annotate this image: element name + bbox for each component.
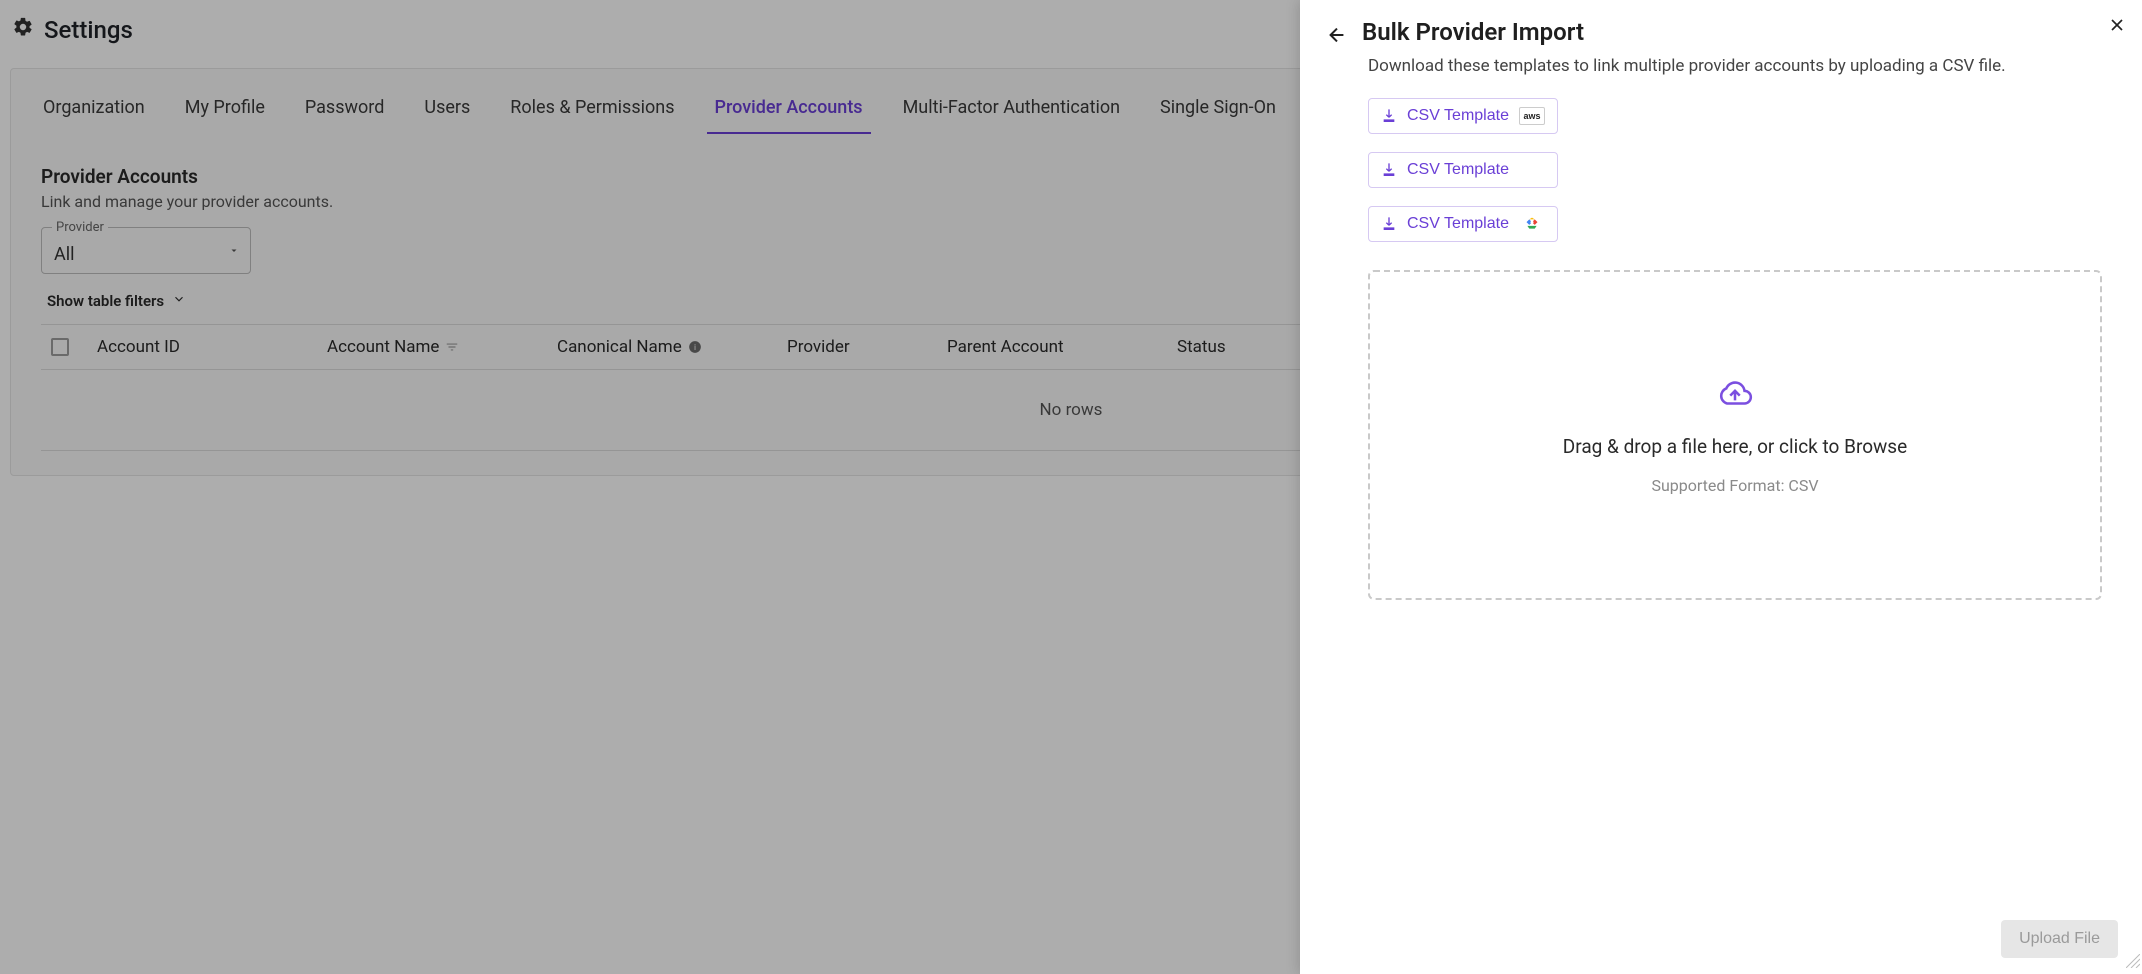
drawer-subtitle: Download these templates to link multipl… [1300, 50, 2142, 76]
cloud-upload-icon [1710, 375, 1760, 417]
microsoft-icon [1519, 161, 1545, 179]
csv-template-azure-button[interactable]: CSV Template [1368, 152, 1558, 188]
template-label: CSV Template [1407, 215, 1509, 233]
drawer-header: Bulk Provider Import [1300, 0, 2142, 50]
template-label: CSV Template [1407, 107, 1509, 125]
download-icon [1381, 216, 1397, 232]
drawer-title: Bulk Provider Import [1362, 18, 1584, 46]
csv-template-aws-button[interactable]: CSV Template aws [1368, 98, 1558, 134]
close-button[interactable] [2100, 8, 2134, 42]
dropzone-text: Drag & drop a file here, or click to Bro… [1563, 435, 1907, 458]
template-list: CSV Template aws CSV Template CSV Templa… [1300, 76, 2142, 242]
back-button[interactable] [1326, 24, 1348, 50]
file-dropzone[interactable]: Drag & drop a file here, or click to Bro… [1368, 270, 2102, 600]
aws-icon: aws [1519, 107, 1545, 125]
drawer-footer: Upload File [1300, 920, 2142, 974]
csv-template-gcp-button[interactable]: CSV Template [1368, 206, 1558, 242]
download-icon [1381, 108, 1397, 124]
resize-grip-icon[interactable] [2126, 953, 2140, 972]
download-icon [1381, 162, 1397, 178]
upload-file-button[interactable]: Upload File [2001, 920, 2118, 958]
template-label: CSV Template [1407, 161, 1509, 179]
google-cloud-icon [1519, 215, 1545, 233]
dropzone-subtext: Supported Format: CSV [1651, 476, 1818, 495]
bulk-import-drawer: Bulk Provider Import Download these temp… [1300, 0, 2142, 974]
